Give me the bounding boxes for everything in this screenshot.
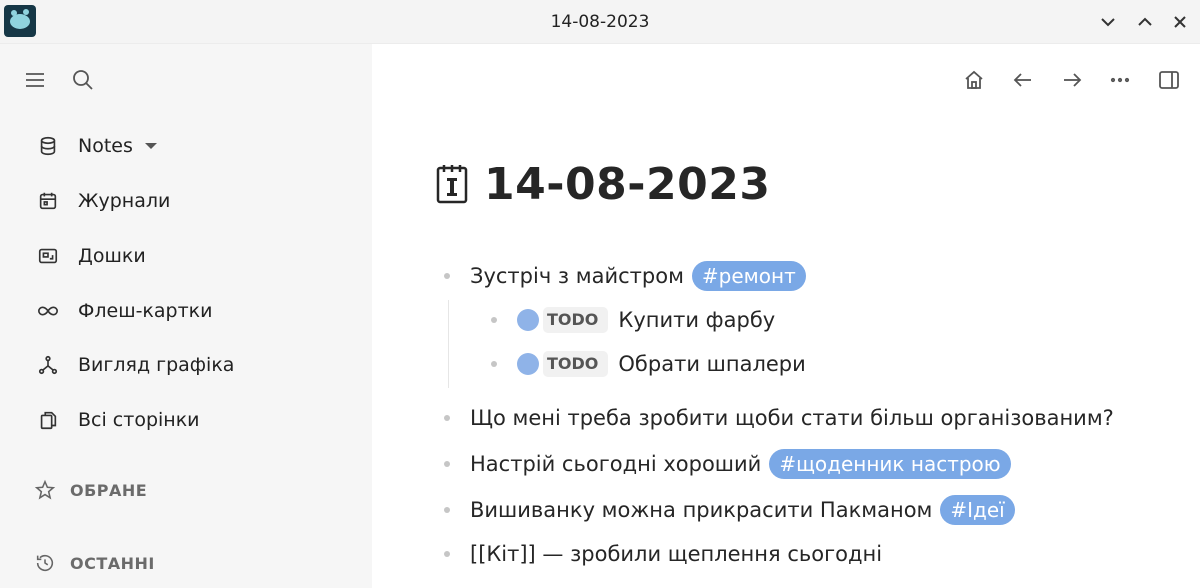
title-bar: 14-08-2023 [0,0,1200,44]
block-meeting-master[interactable]: Зустріч з майстром #ремонт [444,258,806,294]
whiteboard-icon [36,244,60,268]
sidebar-panel-icon [1159,71,1179,89]
more-options-button[interactable] [1104,64,1136,96]
block-text[interactable]: Вишиванку можна прикрасити Пакманом [470,498,932,522]
block-bullet[interactable] [444,551,450,557]
search-button[interactable] [67,64,99,96]
arrow-right-icon [1064,73,1082,87]
page-tag[interactable]: #щоденник настрою [769,449,1011,479]
arrow-left-icon [1013,73,1031,87]
sidebar-item-all-pages[interactable]: Всі сторінки [24,400,200,440]
block-bullet[interactable] [491,361,497,367]
chevron-down-icon [1101,18,1115,27]
calendar-page-emoji-icon [436,165,468,204]
chevron-up-icon [1138,17,1152,26]
page-title[interactable]: 14-08-2023 [484,159,770,210]
block-text[interactable]: Що мені треба зробити щоби стати більш о… [470,406,1114,430]
sidebar-item-label: Вигляд графіка [78,354,235,376]
sidebar-item-label: Флеш-картки [78,300,213,322]
back-button[interactable] [1007,64,1039,96]
sidebar-item-graph-view[interactable]: Вигляд графіка [24,345,234,385]
minimize-button[interactable] [1096,10,1120,34]
block-bullet[interactable] [444,507,450,513]
todo-checkbox[interactable] [517,353,539,375]
home-button[interactable] [958,64,990,96]
page-tag[interactable]: #ремонт [691,261,806,291]
graph-icon [36,353,60,377]
sidebar-section-recent[interactable]: ОСТАННІ [34,548,155,578]
pages-icon [36,408,60,432]
search-icon [73,70,93,90]
block-cat-vaccination[interactable]: [[Кіт]] — зробили щеплення сьогодні [444,536,882,572]
history-icon [36,554,54,572]
calendar-icon [36,189,60,213]
home-icon [965,70,983,89]
sidebar-item-whiteboards[interactable]: Дошки [24,236,146,276]
more-horizontal-icon [1110,77,1130,83]
block-bullet[interactable] [444,415,450,421]
sidebar-item-label: Журнали [78,190,171,212]
close-button[interactable] [1168,10,1192,34]
todo-marker[interactable]: TODO [543,351,609,377]
sidebar-item-label: Notes [78,135,133,157]
block-text[interactable]: [[Кіт]] — зробили щеплення сьогодні [470,542,882,566]
toggle-right-sidebar-button[interactable] [1153,64,1185,96]
block-todo-buy-paint[interactable]: TODO Купити фарбу [491,302,775,338]
block-bullet[interactable] [444,461,450,467]
page-title-row: 14-08-2023 [436,152,770,216]
todo-marker[interactable]: TODO [543,307,609,333]
block-text[interactable]: Настрій сьогодні хороший [470,452,761,476]
sidebar-item-flashcards[interactable]: Флеш-картки [24,291,213,331]
sidebar-item-label: Дошки [78,245,146,267]
block-todo-choose-wallpaper[interactable]: TODO Обрати шпалери [491,346,806,382]
sidebar-item-journals[interactable]: Журнали [24,181,170,221]
menu-button[interactable] [19,64,51,96]
maximize-button[interactable] [1133,10,1157,34]
hamburger-menu-icon [26,73,44,87]
forward-button[interactable] [1056,64,1088,96]
sidebar-item-label: Всі сторінки [78,409,200,431]
database-icon [36,134,60,158]
block-bullet[interactable] [491,317,497,323]
infinity-icon [36,299,60,323]
page-tag[interactable]: #Ідеї [940,495,1015,525]
block-organized-question[interactable]: Що мені треба зробити щоби стати більш о… [444,400,1114,436]
left-sidebar: Notes Журнали Дошки Флеш-картки Вигляд г… [0,44,372,588]
block-mood-today[interactable]: Настрій сьогодні хороший #щоденник настр… [444,446,1011,482]
block-text[interactable]: Купити фарбу [618,308,775,332]
sidebar-section-favorites[interactable]: ОБРАНЕ [34,475,147,505]
child-thread-line [448,300,449,388]
block-text[interactable]: Зустріч з майстром [470,264,684,288]
close-icon [1174,16,1186,28]
todo-checkbox[interactable] [517,309,539,331]
block-bullet[interactable] [444,273,450,279]
block-text[interactable]: Обрати шпалери [618,352,805,376]
section-label: ОБРАНЕ [70,480,148,500]
sidebar-item-notes[interactable]: Notes [24,126,157,166]
window-title: 14-08-2023 [550,12,650,32]
section-label: ОСТАННІ [70,553,155,573]
caret-down-icon[interactable] [144,143,157,149]
block-vyshyvanka-pacman[interactable]: Вишиванку можна прикрасити Пакманом #Іде… [444,492,1015,528]
star-icon [34,479,56,500]
